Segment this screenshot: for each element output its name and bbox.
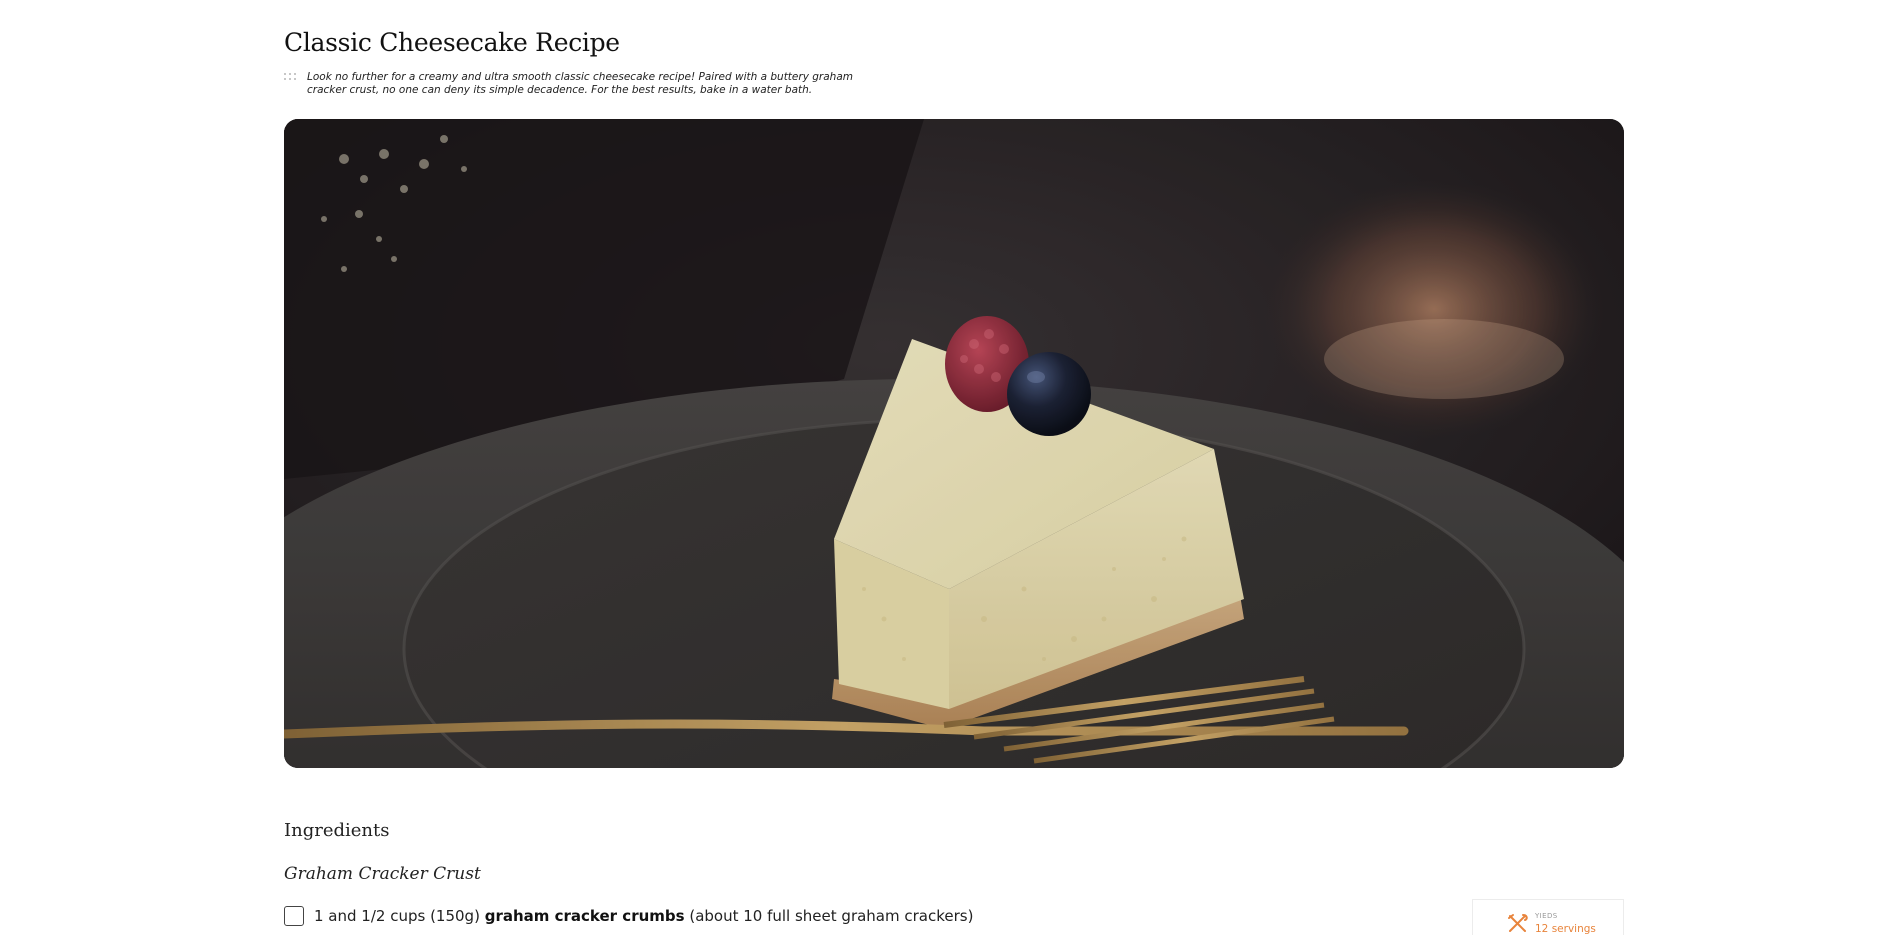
cheesecake-photo [284, 119, 1624, 768]
ingredient-item: 1 and 1/2 cups (150g) graham cracker cru… [284, 904, 973, 928]
recipe-title: Classic Cheesecake Recipe [284, 28, 620, 57]
recipe-hero-image [284, 119, 1624, 768]
ingredient-group-title: Graham Cracker Crust [284, 864, 481, 884]
ingredient-name: graham cracker crumbs [484, 907, 685, 925]
yields-card: YIEDS 12 servings [1472, 899, 1624, 935]
yields-label: YIEDS [1535, 912, 1558, 920]
ingredient-notes: (about 10 full sheet graham crackers) [689, 907, 974, 925]
recipe-summary: Look no further for a creamy and ultra s… [307, 71, 853, 96]
ingredient-checkbox[interactable] [284, 906, 304, 926]
yields-value: 12 servings [1535, 923, 1596, 935]
recipe-page: Classic Cheesecake Recipe Look no furthe… [284, 0, 1624, 935]
ingredient-amount: 1 and 1/2 cups (150g) [314, 907, 480, 925]
drag-handle-icon[interactable] [284, 73, 298, 83]
utensils-icon [1507, 913, 1529, 935]
ingredients-heading: Ingredients [284, 820, 390, 841]
